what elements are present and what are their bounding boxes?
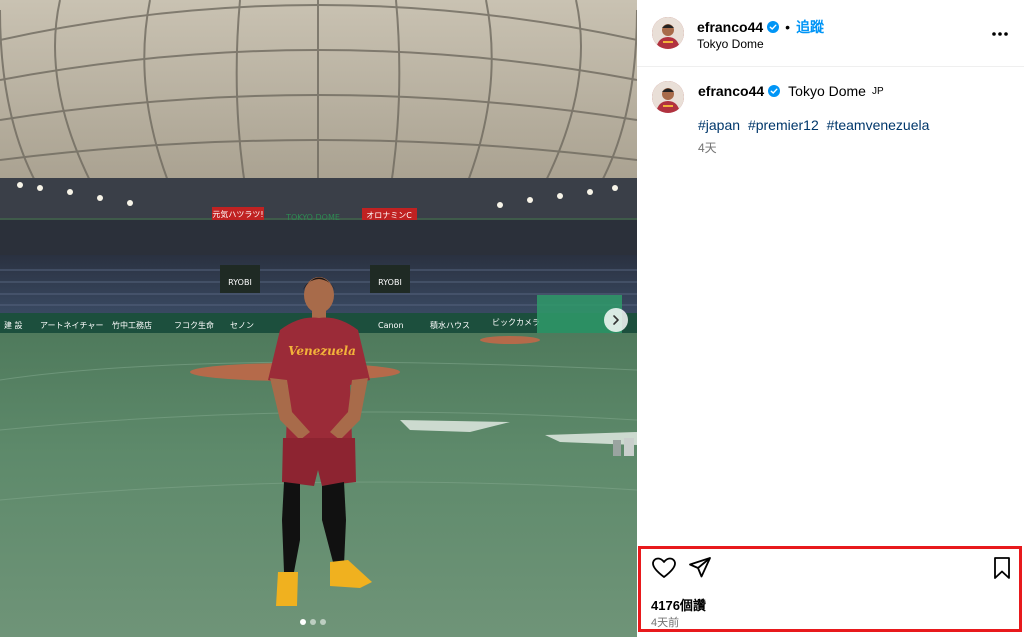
- heart-icon[interactable]: [651, 555, 677, 581]
- verified-badge-icon: [767, 21, 780, 33]
- likes-count[interactable]: 4176個讚: [651, 595, 706, 614]
- carousel-dot: [310, 619, 316, 625]
- svg-text:Canon: Canon: [378, 321, 404, 330]
- caption-avatar[interactable]: [652, 81, 684, 113]
- avatar[interactable]: [652, 17, 684, 49]
- post-header: efranco44 • 追蹤 Tokyo Dome: [637, 0, 1024, 67]
- caption-country-code: JP: [871, 85, 884, 97]
- post-side-panel: efranco44 • 追蹤 Tokyo Dome efranco44 Toky…: [637, 0, 1024, 637]
- svg-text:RYOBI: RYOBI: [228, 278, 252, 287]
- svg-text:ビックカメラ: ビックカメラ: [492, 318, 540, 327]
- hashtag-link[interactable]: #japan: [698, 117, 740, 133]
- more-horizontal-icon[interactable]: [989, 23, 1011, 45]
- separator-dot: •: [785, 19, 791, 35]
- follow-button[interactable]: 追蹤: [796, 17, 824, 37]
- location-link[interactable]: Tokyo Dome: [697, 37, 764, 51]
- svg-text:元気ハツラツ!: 元気ハツラツ!: [212, 209, 263, 219]
- paper-plane-icon[interactable]: [687, 555, 713, 581]
- stadium-photo: 元気ハツラツ! TOKYO DOME オロナミンC RYOBI RYOBI 建 …: [0, 0, 637, 637]
- carousel-indicator: [300, 619, 326, 625]
- chevron-right-icon: [613, 315, 619, 325]
- svg-text:建 設: 建 設: [4, 320, 23, 330]
- carousel-dot: [320, 619, 326, 625]
- caption-location: Tokyo Dome: [788, 83, 866, 99]
- caption-username[interactable]: efranco44: [698, 83, 764, 99]
- verified-badge-icon: [768, 85, 781, 97]
- svg-text:積水ハウス: 積水ハウス: [430, 320, 470, 330]
- bookmark-icon[interactable]: [989, 555, 1015, 581]
- hashtag-link[interactable]: #premier12: [748, 117, 819, 133]
- post-timestamp: 4天前: [651, 617, 680, 629]
- caption-line: efranco44 Tokyo Dome JP: [698, 83, 884, 99]
- svg-text:アートネイチャー: アートネイチャー: [40, 321, 103, 330]
- caption-timestamp: 4天: [698, 141, 717, 155]
- caption-hashtags: #japan #premier12 #teamvenezuela: [698, 117, 929, 133]
- carousel-dot: [300, 619, 306, 625]
- post-media[interactable]: 元気ハツラツ! TOKYO DOME オロナミンC RYOBI RYOBI 建 …: [0, 0, 637, 637]
- next-slide-button[interactable]: [604, 308, 628, 332]
- svg-text:フコク生命: フコク生命: [174, 320, 214, 330]
- svg-text:RYOBI: RYOBI: [378, 278, 402, 287]
- svg-text:竹中工務店: 竹中工務店: [112, 320, 152, 330]
- post-actions: 4176個讚 4天前: [637, 545, 1024, 637]
- svg-text:Venezuela: Venezuela: [288, 344, 356, 358]
- svg-text:オロナミンC: オロナミンC: [366, 211, 412, 220]
- svg-text:セノン: セノン: [230, 321, 254, 330]
- hashtag-link[interactable]: #teamvenezuela: [827, 117, 930, 133]
- username[interactable]: efranco44: [697, 19, 763, 35]
